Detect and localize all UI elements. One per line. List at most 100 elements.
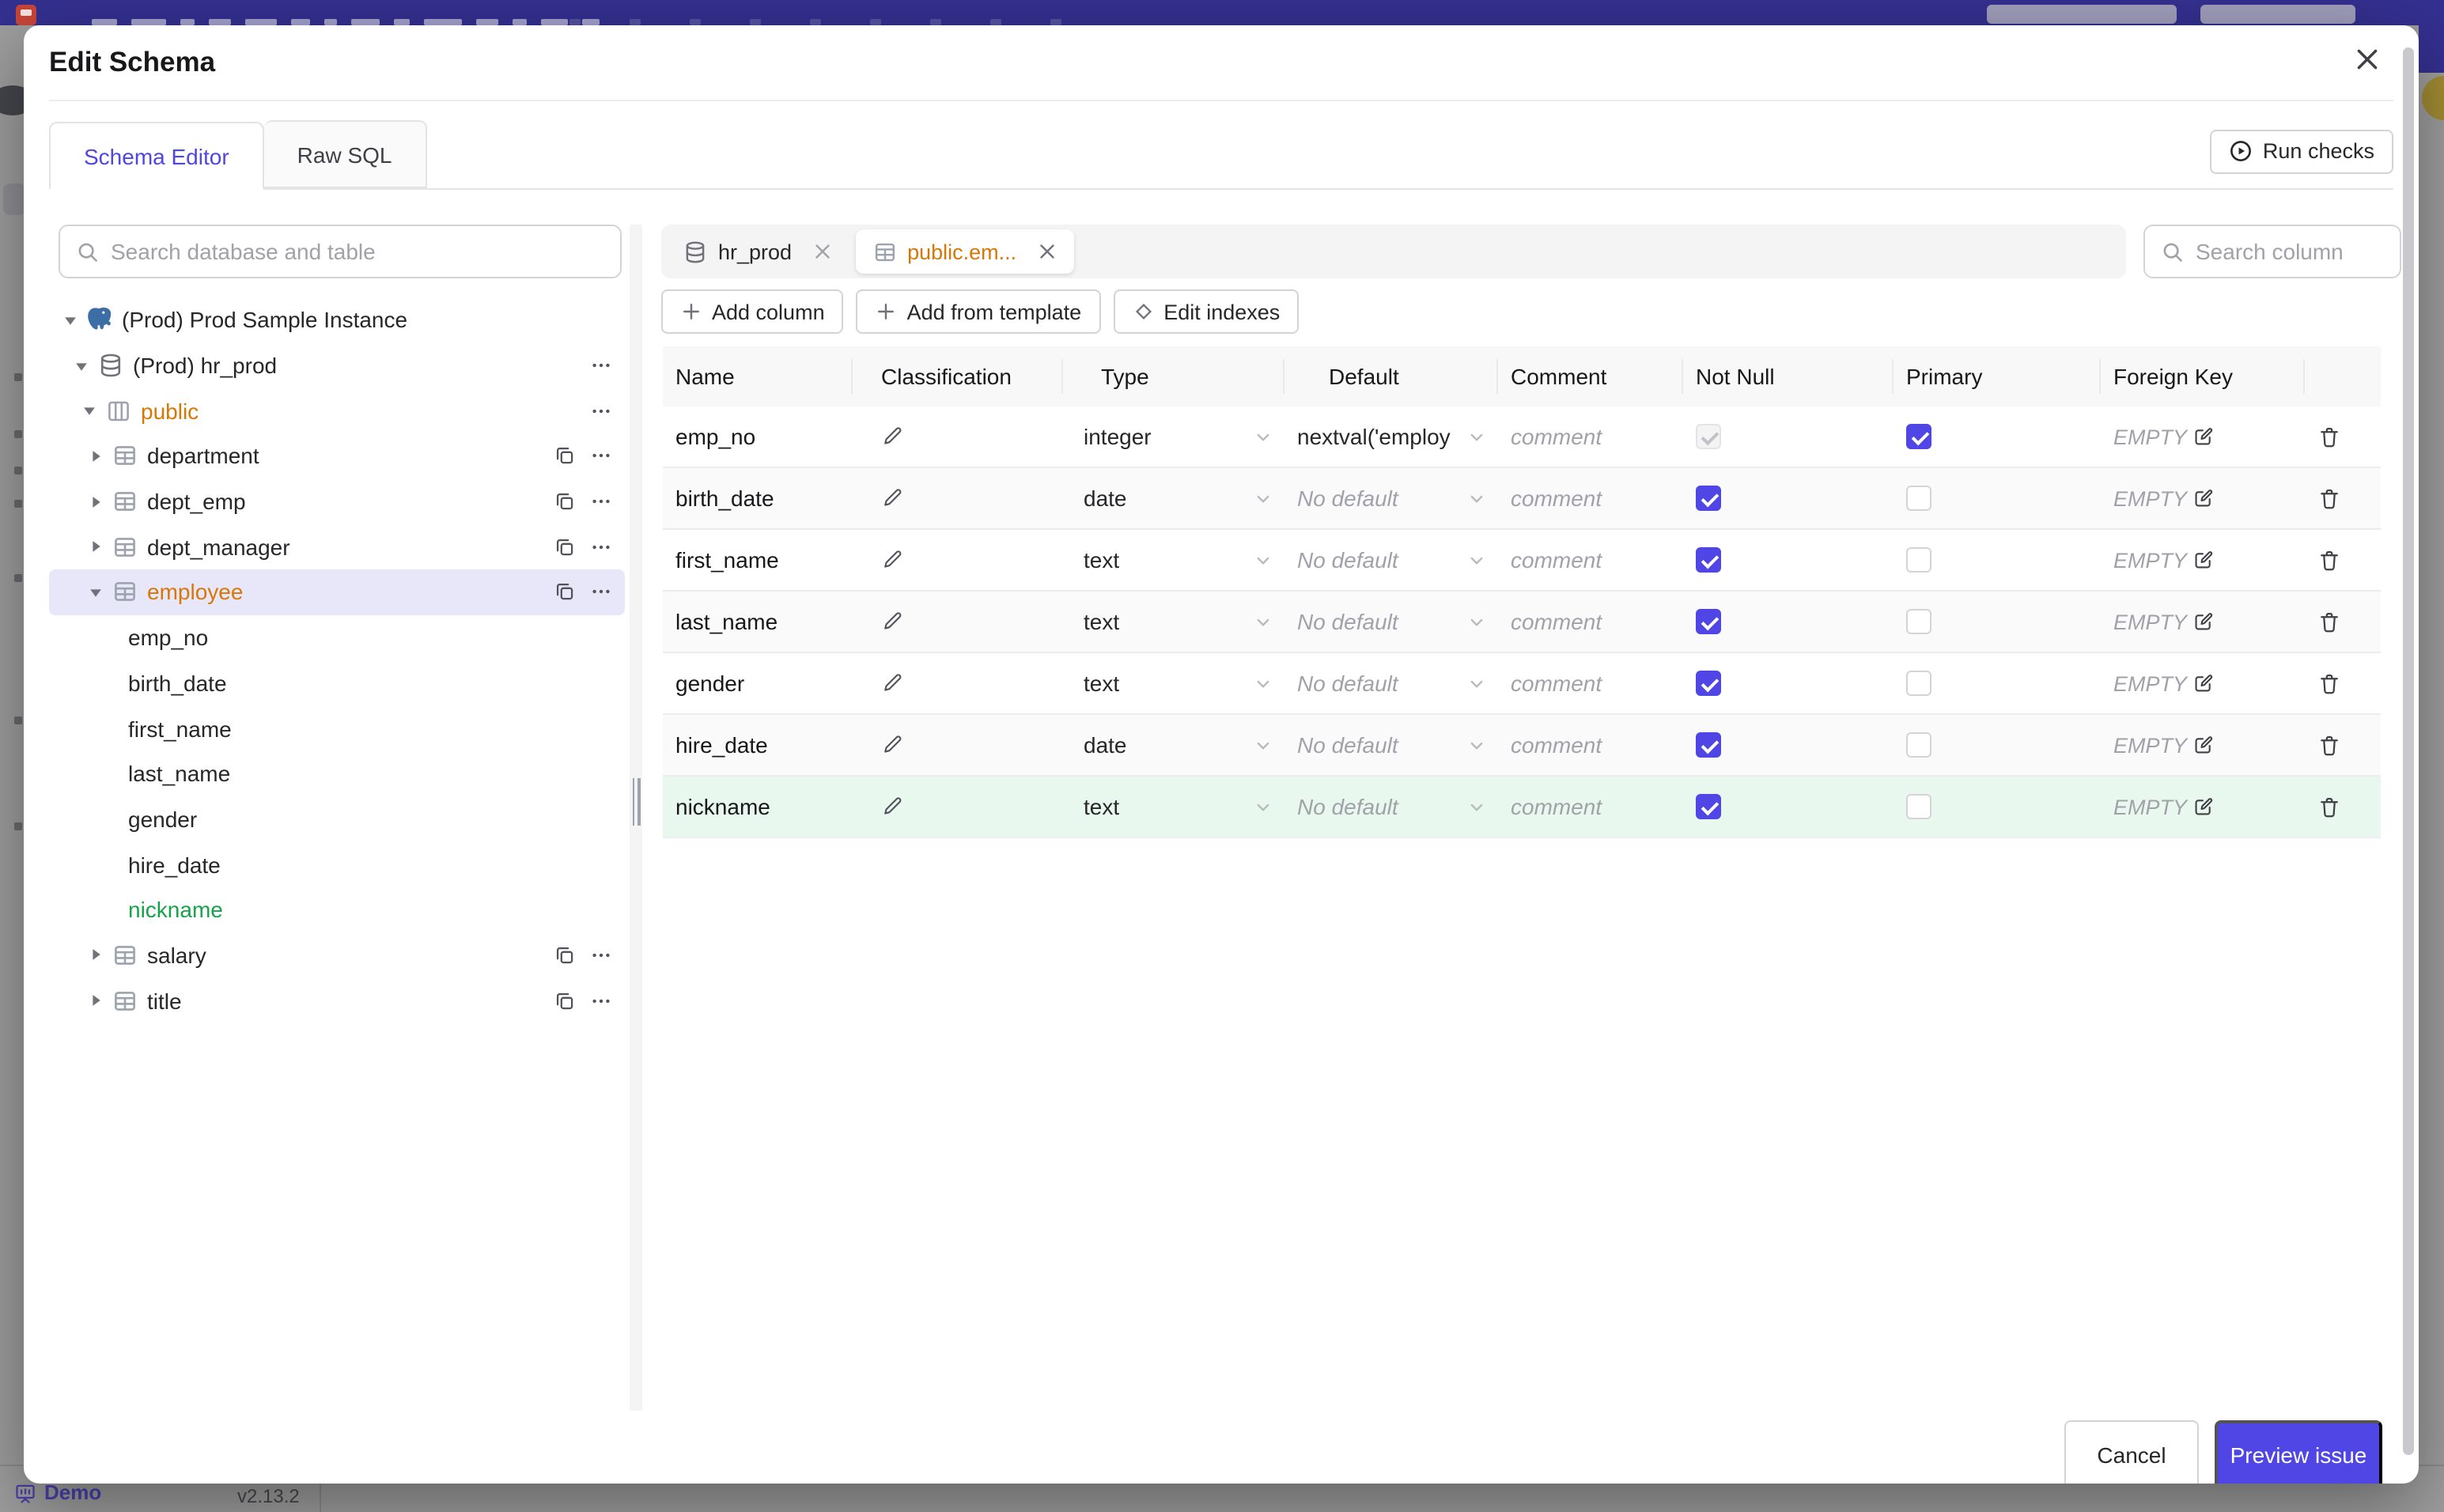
caret-down-icon[interactable] (84, 585, 106, 599)
primary-checkbox[interactable] (1906, 424, 1931, 449)
edit-foreign-key-icon[interactable] (2192, 610, 2214, 633)
tree-item-department[interactable]: department (49, 433, 625, 478)
primary-checkbox[interactable] (1906, 794, 1931, 819)
column-name-text[interactable]: last_name (675, 609, 777, 634)
caret-down-icon[interactable] (70, 358, 92, 372)
close-icon[interactable] (2354, 46, 2381, 73)
comment-placeholder[interactable]: comment (1511, 609, 1602, 634)
copy-icon[interactable] (554, 445, 576, 467)
tree-item-birth_date[interactable]: birth_date (49, 660, 625, 705)
not-null-checkbox[interactable] (1696, 794, 1721, 819)
more-menu-icon[interactable] (590, 490, 612, 512)
copy-icon[interactable] (554, 581, 576, 603)
delete-column-icon[interactable] (2317, 610, 2341, 633)
delete-column-icon[interactable] (2317, 486, 2341, 510)
tree-item-nickname[interactable]: nickname (49, 887, 625, 932)
not-null-checkbox[interactable] (1696, 547, 1721, 573)
tree-item-(Prod) hr_prod[interactable]: (Prod) hr_prod (49, 342, 625, 387)
tree-item-hire_date[interactable]: hire_date (49, 842, 625, 887)
tree-item-dept_manager[interactable]: dept_manager (49, 524, 625, 569)
primary-checkbox[interactable] (1906, 547, 1931, 573)
tab-raw-sql[interactable]: Raw SQL (263, 120, 427, 188)
comment-placeholder[interactable]: comment (1511, 547, 1602, 573)
preview-issue-button[interactable]: Preview issue (2215, 1420, 2382, 1484)
classification-edit-icon[interactable] (881, 734, 903, 756)
classification-edit-icon[interactable] (881, 796, 903, 818)
comment-placeholder[interactable]: comment (1511, 794, 1602, 819)
classification-edit-icon[interactable] (881, 610, 903, 633)
dialog-scrollbar[interactable] (2403, 47, 2414, 1455)
classification-edit-icon[interactable] (881, 672, 903, 694)
panel-resize-handle[interactable] (631, 778, 641, 826)
database-search-input[interactable] (111, 239, 604, 264)
more-menu-icon[interactable] (590, 536, 612, 558)
delete-column-icon[interactable] (2317, 795, 2341, 818)
tree-item-last_name[interactable]: last_name (49, 751, 625, 796)
caret-right-icon[interactable] (84, 948, 106, 962)
not-null-checkbox[interactable] (1696, 424, 1721, 449)
delete-column-icon[interactable] (2317, 733, 2341, 757)
more-menu-icon[interactable] (590, 581, 612, 603)
default-select[interactable]: No default (1297, 671, 1498, 696)
column-name-text[interactable]: nickname (675, 794, 770, 819)
primary-checkbox[interactable] (1906, 732, 1931, 758)
caret-down-icon[interactable] (59, 313, 81, 327)
default-select[interactable]: No default (1297, 547, 1498, 573)
delete-column-icon[interactable] (2317, 548, 2341, 572)
edit-foreign-key-icon[interactable] (2192, 796, 2214, 818)
type-select[interactable]: date (1084, 732, 1284, 758)
not-null-checkbox[interactable] (1696, 732, 1721, 758)
tree-item-dept_emp[interactable]: dept_emp (49, 479, 625, 524)
caret-right-icon[interactable] (84, 993, 106, 1007)
edit-foreign-key-icon[interactable] (2192, 487, 2214, 509)
copy-icon[interactable] (554, 490, 576, 512)
copy-icon[interactable] (554, 536, 576, 558)
open-tab-hr_prod[interactable]: hr_prod (666, 229, 849, 274)
tree-item-gender[interactable]: gender (49, 796, 625, 841)
more-menu-icon[interactable] (590, 354, 612, 376)
cancel-button[interactable]: Cancel (2064, 1420, 2199, 1484)
default-select[interactable]: No default (1297, 486, 1498, 511)
tree-item-(Prod) Prod Sample Instance[interactable]: (Prod) Prod Sample Instance (49, 297, 625, 342)
not-null-checkbox[interactable] (1696, 609, 1721, 634)
type-select[interactable]: text (1084, 609, 1284, 634)
add-column-button[interactable]: Add column (661, 289, 844, 334)
copy-icon[interactable] (554, 944, 576, 966)
close-tab-icon[interactable] (1037, 242, 1056, 261)
run-checks-button[interactable]: Run checks (2210, 129, 2393, 173)
column-name-text[interactable]: birth_date (675, 486, 774, 511)
edit-indexes-button[interactable]: Edit indexes (1113, 289, 1300, 334)
delete-column-icon[interactable] (2317, 671, 2341, 695)
tree-item-emp_no[interactable]: emp_no (49, 615, 625, 660)
column-name-text[interactable]: gender (675, 671, 744, 696)
open-tab-public.em...[interactable]: public.em... (855, 229, 1074, 274)
type-select[interactable]: integer (1084, 424, 1284, 449)
not-null-checkbox[interactable] (1696, 671, 1721, 696)
edit-foreign-key-icon[interactable] (2192, 549, 2214, 571)
tree-item-employee[interactable]: employee (49, 569, 625, 615)
primary-checkbox[interactable] (1906, 609, 1931, 634)
primary-checkbox[interactable] (1906, 486, 1931, 511)
add-from-template-button[interactable]: Add from template (856, 289, 1101, 334)
type-select[interactable]: text (1084, 547, 1284, 573)
not-null-checkbox[interactable] (1696, 486, 1721, 511)
classification-edit-icon[interactable] (881, 487, 903, 509)
default-select[interactable]: No default (1297, 609, 1498, 634)
comment-placeholder[interactable]: comment (1511, 671, 1602, 696)
type-select[interactable]: text (1084, 794, 1284, 819)
column-name-text[interactable]: first_name (675, 547, 779, 573)
more-menu-icon[interactable] (590, 399, 612, 421)
column-name-text[interactable]: emp_no (675, 424, 755, 449)
caret-down-icon[interactable] (78, 403, 100, 418)
tab-schema-editor[interactable]: Schema Editor (49, 122, 264, 190)
classification-edit-icon[interactable] (881, 425, 903, 448)
tree-item-salary[interactable]: salary (49, 932, 625, 977)
tree-item-title[interactable]: title (49, 978, 625, 1023)
comment-placeholder[interactable]: comment (1511, 486, 1602, 511)
type-select[interactable]: text (1084, 671, 1284, 696)
edit-foreign-key-icon[interactable] (2192, 425, 2214, 448)
comment-placeholder[interactable]: comment (1511, 424, 1602, 449)
default-select[interactable]: No default (1297, 794, 1498, 819)
tree-item-public[interactable]: public (49, 388, 625, 433)
edit-foreign-key-icon[interactable] (2192, 734, 2214, 756)
